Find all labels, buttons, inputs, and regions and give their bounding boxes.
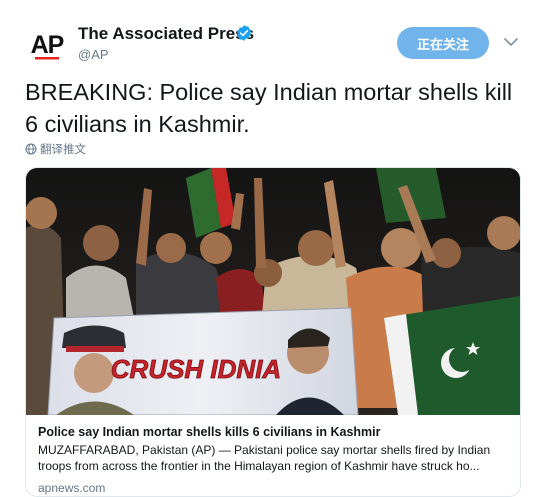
globe-icon: [25, 143, 37, 155]
verified-badge-icon: [236, 25, 252, 41]
banner-text: CRUSH IDNIA: [111, 354, 281, 384]
tweet-text: BREAKING: Police say Indian mortar shell…: [25, 79, 513, 137]
link-card[interactable]: CRUSH IDNIA Police say Indian mortar she…: [25, 167, 521, 497]
translate-label: 翻译推文: [40, 142, 86, 156]
logo-text: AP: [31, 31, 64, 59]
translate-tweet-link[interactable]: 翻译推文: [25, 141, 86, 157]
following-button[interactable]: 正在关注: [397, 27, 489, 59]
account-handle[interactable]: @AP: [78, 47, 109, 63]
card-image[interactable]: CRUSH IDNIA: [26, 168, 520, 415]
card-title[interactable]: Police say Indian mortar shells kills 6 …: [38, 424, 513, 440]
card-domain: apnews.com: [38, 481, 106, 495]
card-description: MUZAFFARABAD, Pakistan (AP) — Pakistani …: [38, 443, 491, 473]
account-name[interactable]: The Associated Press: [78, 24, 254, 44]
tweet-header: AP The Associated Press @AP 正在关注: [0, 0, 550, 72]
chevron-down-icon[interactable]: [503, 36, 519, 48]
avatar[interactable]: AP: [25, 23, 69, 67]
